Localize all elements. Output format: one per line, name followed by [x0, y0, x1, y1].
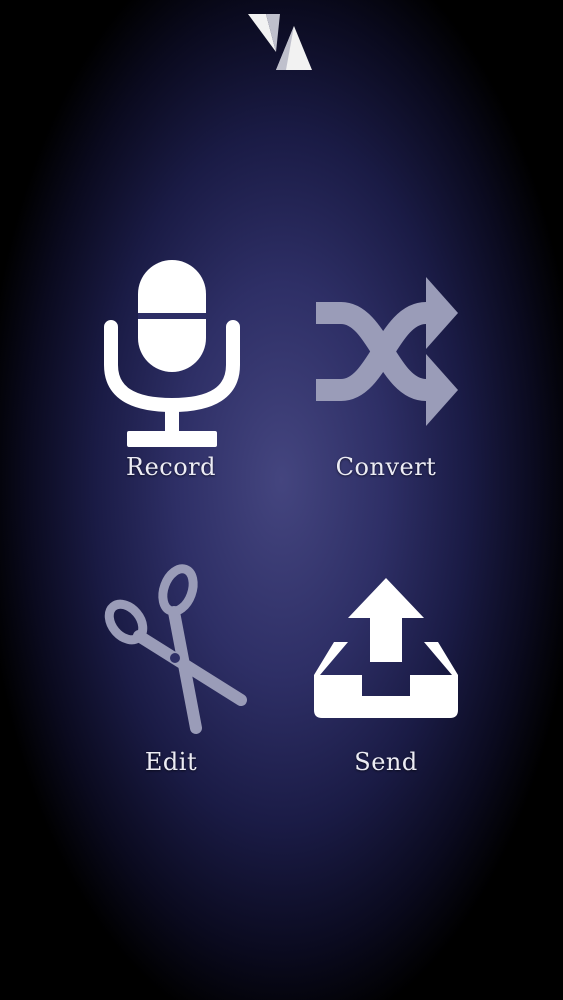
main-screen: Record Convert Edit Send — [0, 0, 563, 1000]
record-button[interactable]: Record — [71, 255, 271, 495]
scissors-icon — [104, 564, 247, 734]
record-label: Record — [126, 453, 216, 481]
shuffle-icon — [316, 277, 458, 426]
upload-tray-icon — [314, 578, 458, 718]
send-label: Send — [354, 748, 418, 776]
app-logo-icon — [248, 14, 312, 70]
edit-button[interactable]: Edit — [71, 550, 271, 790]
edit-label: Edit — [144, 748, 198, 776]
convert-label: Convert — [335, 453, 437, 481]
convert-button[interactable]: Convert — [286, 255, 486, 495]
microphone-icon — [104, 260, 240, 447]
send-button[interactable]: Send — [286, 550, 486, 790]
